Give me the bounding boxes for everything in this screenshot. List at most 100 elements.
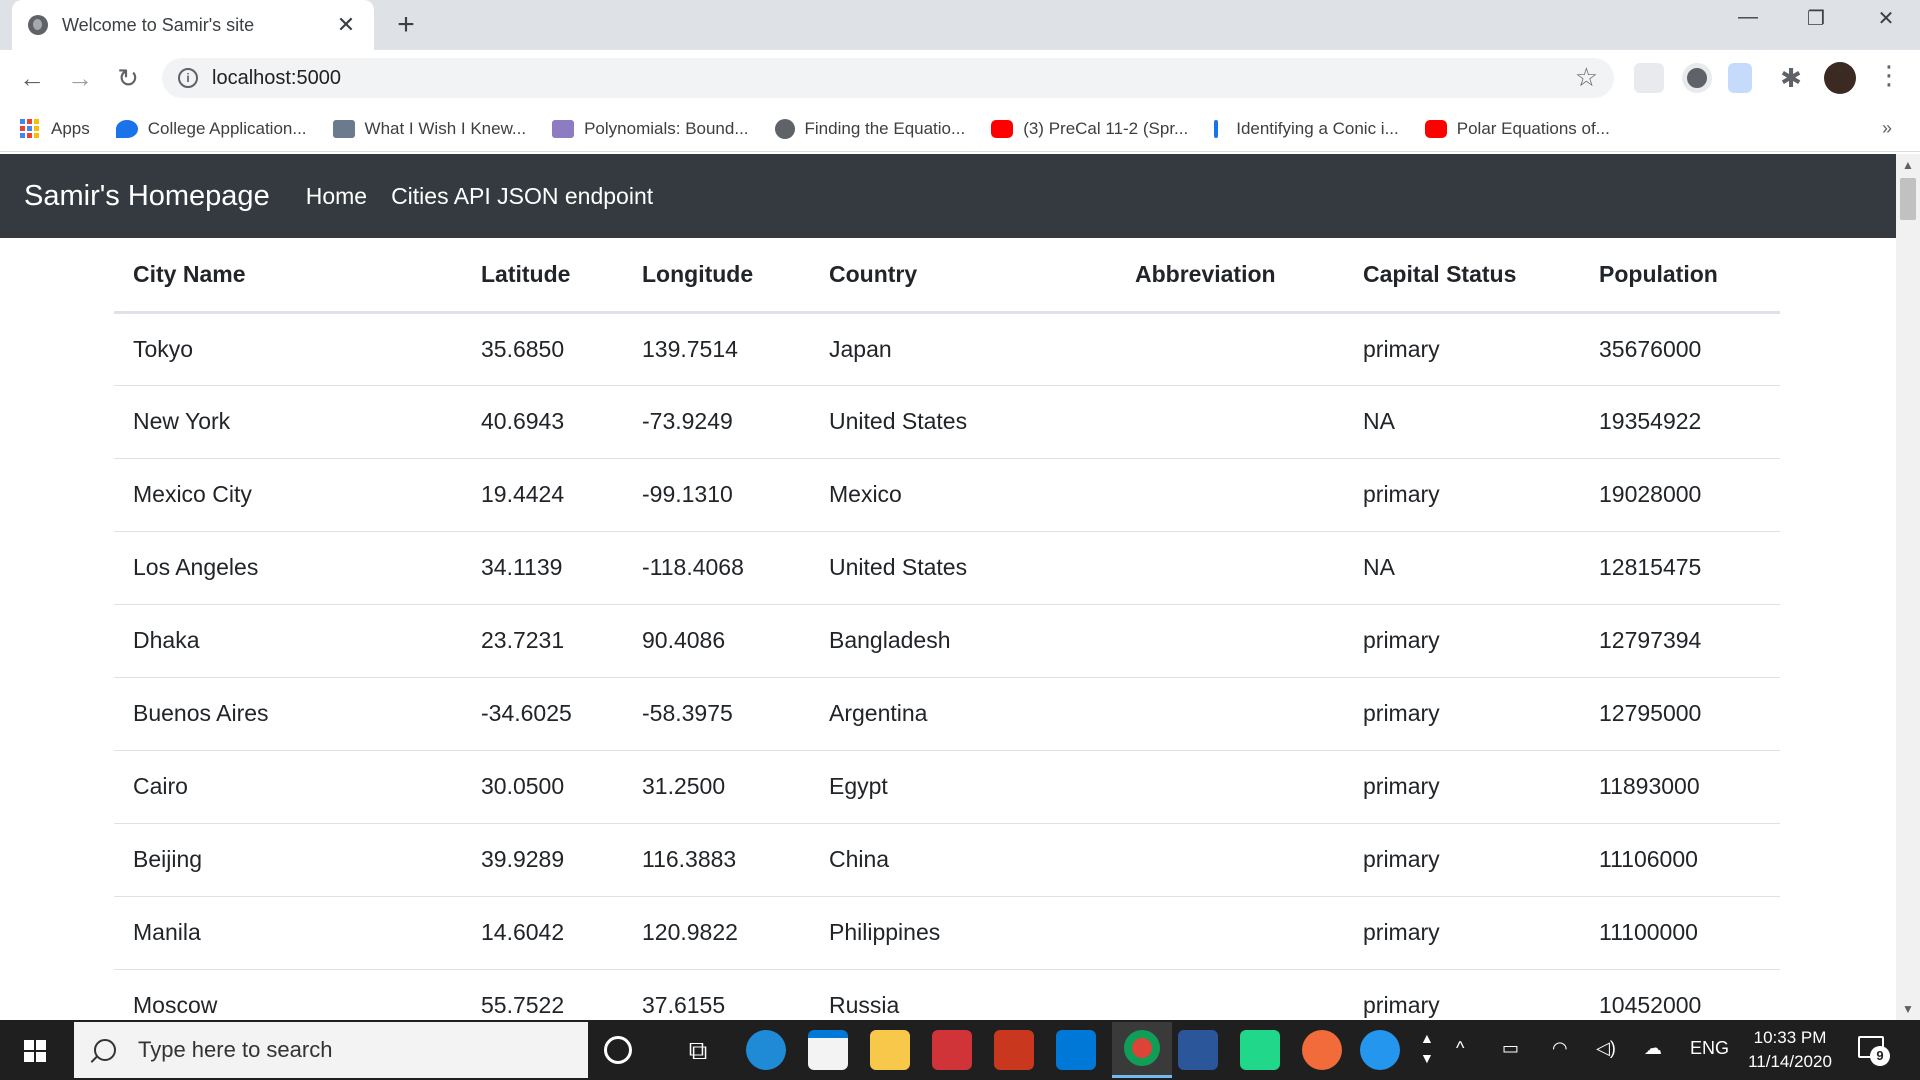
notification-count: 9 — [1870, 1046, 1890, 1066]
extension-circle-icon[interactable] — [1682, 63, 1712, 93]
bookmark-star-icon[interactable]: ☆ — [1575, 62, 1598, 93]
reader-icon[interactable] — [932, 1030, 972, 1070]
book-icon — [552, 119, 575, 138]
nav-link-cities-api[interactable]: Cities API JSON endpoint — [391, 183, 653, 210]
more-bookmarks-icon[interactable]: » — [1882, 118, 1892, 139]
cell-city-name: Moscow — [114, 969, 462, 1020]
battery-icon[interactable]: ▭ — [1502, 1038, 1519, 1059]
search-icon — [94, 1039, 116, 1061]
reload-icon[interactable]: ↻ — [112, 62, 144, 94]
back-arrow-icon[interactable]: ← — [16, 62, 48, 94]
bookmark-identifying-conic[interactable]: Identifying a Conic i... — [1214, 119, 1399, 139]
restore-icon[interactable]: ❐ — [1796, 6, 1836, 31]
close-tab-icon[interactable]: ✕ — [334, 12, 358, 38]
scroll-down-arrow-icon[interactable]: ▼ — [1896, 998, 1920, 1020]
bookmark-college-application[interactable]: College Application... — [115, 119, 307, 139]
cell-latitude: 55.7522 — [462, 969, 623, 1020]
table-row: Tokyo 35.6850 139.7514 Japan primary 35676000 — [114, 312, 1780, 386]
system-clock[interactable]: 10:33 PM 11/14/2020 — [1730, 1026, 1850, 1074]
site-brand[interactable]: Samir's Homepage — [24, 180, 270, 213]
minimize-icon[interactable]: — — [1728, 6, 1768, 29]
site-info-icon[interactable]: i — [178, 68, 198, 88]
cell-capital-status: NA — [1344, 385, 1580, 459]
cell-abbreviation — [1116, 677, 1344, 751]
clock-date: 11/14/2020 — [1748, 1052, 1832, 1071]
menu-kebab-icon[interactable]: ⋮ — [1876, 60, 1902, 91]
volume-icon[interactable]: ◁) — [1596, 1038, 1616, 1059]
mail-icon[interactable] — [1056, 1030, 1096, 1070]
browser-tab[interactable]: Welcome to Samir's site ✕ — [12, 0, 374, 50]
page-content: City Name Latitude Longitude Country Abb… — [114, 238, 1780, 1020]
cell-capital-status: primary — [1344, 896, 1580, 970]
task-view-icon[interactable]: ⧉ — [678, 1030, 718, 1070]
bookmark-label: Apps — [51, 118, 90, 138]
cell-longitude: -99.1310 — [623, 458, 810, 532]
globe-icon — [774, 118, 795, 139]
bookmark-what-i-wish[interactable]: What I Wish I Knew... — [332, 119, 526, 139]
cell-capital-status: NA — [1344, 531, 1580, 605]
scroll-up-arrow-icon[interactable]: ▲ — [1896, 154, 1920, 176]
bookmark-label: Polar Equations of... — [1456, 118, 1610, 138]
postman-icon[interactable] — [1302, 1030, 1342, 1070]
bookmark-finding-equation[interactable]: Finding the Equatio... — [774, 118, 965, 139]
cell-abbreviation — [1116, 750, 1344, 824]
column-header: Longitude — [623, 238, 810, 314]
table-row: Cairo 30.0500 31.2500 Egypt primary 11893000 — [114, 750, 1780, 824]
forward-arrow-icon[interactable]: → — [64, 62, 96, 94]
cell-city-name: Beijing — [114, 823, 462, 897]
table-row: Mexico City 19.4424 -99.1310 Mexico primary 1… — [114, 458, 1780, 532]
cell-population: 10452000 — [1580, 969, 1780, 1020]
start-button[interactable] — [0, 1020, 72, 1080]
cell-latitude: -34.6025 — [462, 677, 623, 751]
cortana-icon[interactable] — [604, 1036, 632, 1064]
search-placeholder: Type here to search — [138, 1037, 333, 1062]
show-hidden-icons[interactable]: ^ — [1456, 1038, 1464, 1059]
table-body: Tokyo 35.6850 139.7514 Japan primary 35676000… — [114, 312, 1780, 1020]
file-explorer-icon[interactable] — [870, 1030, 910, 1070]
edge-icon[interactable] — [746, 1030, 786, 1070]
puzzle-icon[interactable]: ✱ — [1776, 63, 1806, 93]
extension-icon[interactable] — [1634, 63, 1664, 93]
cell-country: Egypt — [810, 750, 1116, 824]
cell-abbreviation — [1116, 458, 1344, 532]
chrome-icon — [1124, 1030, 1160, 1066]
store-icon[interactable] — [808, 1030, 848, 1070]
nav-link-home[interactable]: Home — [306, 183, 367, 210]
cell-capital-status: primary — [1344, 312, 1580, 386]
bookmark-apps[interactable]: Apps — [20, 119, 90, 139]
taskbar-search[interactable]: Type here to search — [74, 1022, 588, 1078]
bar-icon — [1214, 119, 1219, 138]
image-thumbnail-icon — [332, 119, 355, 138]
address-bar[interactable]: i localhost:5000 ☆ — [162, 58, 1614, 98]
cell-country: Mexico — [810, 458, 1116, 532]
bookmark-label: Polynomials: Bound... — [584, 118, 749, 138]
cell-capital-status: primary — [1344, 677, 1580, 751]
column-header: Country — [810, 238, 1116, 314]
pycharm-icon[interactable] — [1240, 1030, 1280, 1070]
globe-icon — [28, 15, 48, 35]
cell-longitude: 37.6155 — [623, 969, 810, 1020]
notification-center-button[interactable]: 9 — [1858, 1034, 1890, 1066]
vertical-scrollbar[interactable]: ▲ ▼ — [1896, 154, 1920, 1020]
window-close-icon[interactable]: ✕ — [1866, 6, 1906, 31]
wifi-icon[interactable]: ◠ — [1552, 1038, 1568, 1059]
word-icon[interactable] — [1178, 1030, 1218, 1070]
new-tab-button[interactable]: + — [390, 9, 422, 41]
bookmark-polar-equations[interactable]: Polar Equations of... — [1424, 118, 1610, 139]
extension-badge-icon[interactable] — [1728, 63, 1752, 93]
bookmark-polynomials[interactable]: Polynomials: Bound... — [552, 118, 749, 139]
chrome-taskbar-button[interactable] — [1112, 1022, 1172, 1078]
docker-icon[interactable] — [1360, 1030, 1400, 1070]
cell-abbreviation — [1116, 531, 1344, 605]
bookmark-precal[interactable]: (3) PreCal 11-2 (Spr... — [991, 119, 1188, 139]
onedrive-icon[interactable]: ☁ — [1644, 1038, 1662, 1059]
scrollbar-thumb[interactable] — [1900, 178, 1916, 220]
profile-avatar[interactable] — [1824, 62, 1856, 94]
taskbar-scroll-icon[interactable]: ▲ ▼ — [1420, 1028, 1434, 1068]
browser-toolbar: ← → ↻ i localhost:5000 ☆ ✱ ⋮ — [0, 50, 1920, 106]
url-text: localhost:5000 — [212, 66, 341, 89]
language-indicator[interactable]: ENG — [1690, 1038, 1729, 1059]
cell-longitude: 116.3883 — [623, 823, 810, 897]
cell-population: 19354922 — [1580, 385, 1780, 459]
office-app-icon[interactable] — [994, 1030, 1034, 1070]
